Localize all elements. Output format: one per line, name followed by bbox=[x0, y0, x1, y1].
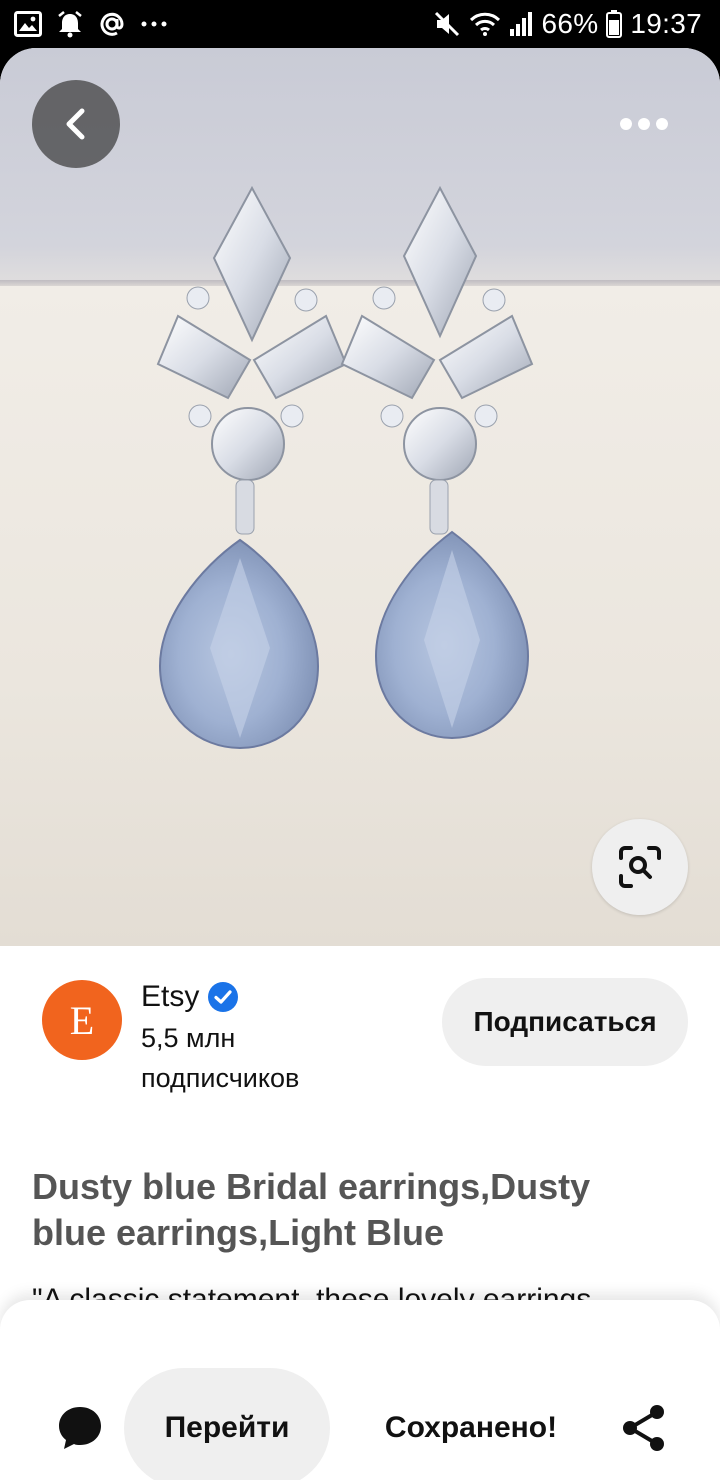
creator-name-row: Etsy bbox=[141, 980, 239, 1014]
creator-row: E Etsy 5,5 млн подписчиков Подписаться bbox=[0, 946, 720, 1136]
share-button[interactable] bbox=[616, 1400, 672, 1456]
more-options-button[interactable] bbox=[604, 102, 684, 146]
lens-search-icon bbox=[619, 846, 661, 888]
alarm-icon bbox=[56, 10, 84, 38]
saved-button[interactable]: Сохранено! bbox=[372, 1368, 570, 1480]
mute-icon bbox=[433, 10, 461, 38]
right-earring bbox=[340, 185, 534, 740]
creator-avatar[interactable]: E bbox=[42, 980, 122, 1060]
visual-search-button[interactable] bbox=[592, 819, 688, 915]
battery-icon bbox=[606, 10, 623, 38]
battery-percent: 66% bbox=[541, 8, 599, 39]
at-icon bbox=[98, 10, 126, 38]
wifi-icon bbox=[469, 11, 501, 37]
earrings-illustration bbox=[156, 185, 534, 750]
visit-button[interactable]: Перейти bbox=[124, 1368, 330, 1480]
status-bar: 66% 19:37 bbox=[0, 0, 720, 48]
pin-image[interactable] bbox=[0, 48, 720, 946]
follower-count: 5,5 млн подписчиков bbox=[141, 1023, 300, 1093]
more-dots-icon bbox=[140, 20, 168, 28]
action-bar: Перейти Сохранено! bbox=[0, 1300, 720, 1480]
gallery-icon bbox=[14, 11, 42, 37]
creator-name[interactable]: Etsy bbox=[141, 980, 199, 1014]
clock: 19:37 bbox=[630, 8, 702, 39]
signal-icon bbox=[509, 11, 533, 37]
pin-title: Dusty blue Bridal earrings,Dusty blue ea… bbox=[32, 1166, 591, 1253]
left-earring bbox=[156, 185, 348, 750]
pin-card: E Etsy 5,5 млн подписчиков Подписаться D… bbox=[0, 48, 720, 1480]
chat-bubble-icon bbox=[59, 1407, 101, 1449]
verified-badge-icon bbox=[207, 981, 239, 1013]
send-message-button[interactable] bbox=[52, 1400, 108, 1456]
more-horizontal-icon bbox=[620, 118, 668, 130]
share-icon bbox=[623, 1405, 664, 1451]
follow-button[interactable]: Подписаться bbox=[442, 978, 688, 1066]
chevron-left-icon bbox=[66, 108, 85, 140]
back-button[interactable] bbox=[32, 80, 120, 168]
